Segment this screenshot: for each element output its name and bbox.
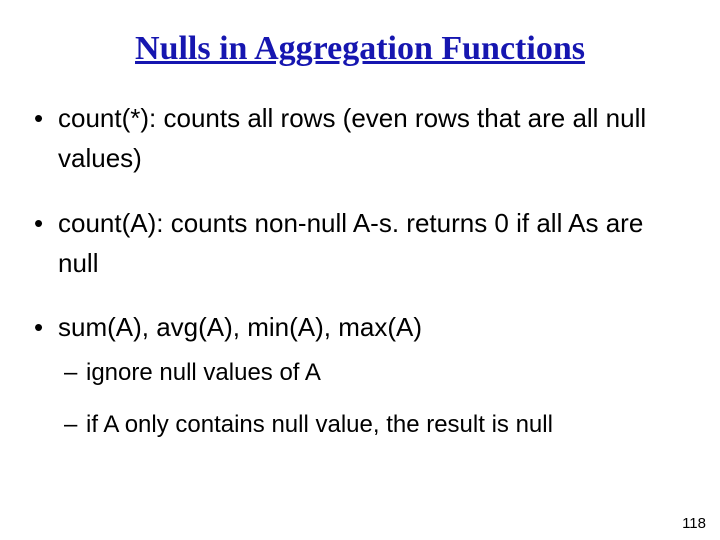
sub-bullet-text: if A only contains null value, the resul…	[86, 411, 553, 438]
bullet-text: count(A): counts non-null A-s. returns 0…	[58, 208, 643, 278]
slide-title: Nulls in Aggregation Functions	[30, 30, 690, 68]
sub-bullet-list: ignore null values of A if A only contai…	[64, 355, 690, 443]
sub-bullet-item: if A only contains null value, the resul…	[64, 407, 690, 443]
page-number: 118	[682, 515, 706, 532]
sub-bullet-text: ignore null values of A	[86, 359, 321, 386]
slide: Nulls in Aggregation Functions count(*):…	[0, 0, 720, 540]
bullet-item: count(A): counts non-null A-s. returns 0…	[30, 203, 690, 284]
bullet-item: sum(A), avg(A), min(A), max(A) ignore nu…	[30, 307, 690, 443]
bullet-item: count(*): counts all rows (even rows tha…	[30, 98, 690, 179]
bullet-list: count(*): counts all rows (even rows tha…	[30, 98, 690, 443]
sub-bullet-item: ignore null values of A	[64, 355, 690, 391]
bullet-text: count(*): counts all rows (even rows tha…	[58, 103, 646, 173]
bullet-text: sum(A), avg(A), min(A), max(A)	[58, 312, 422, 342]
